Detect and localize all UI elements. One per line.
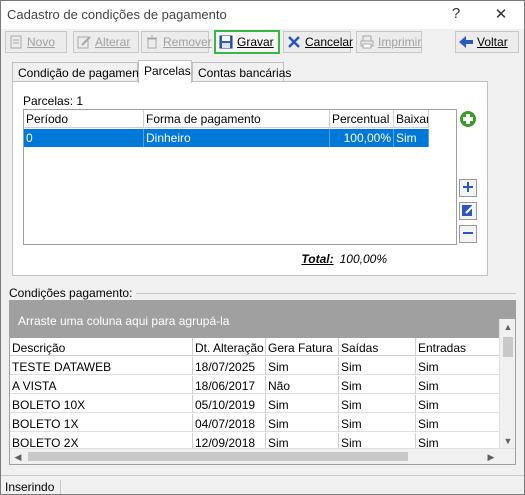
gravar-button[interactable]: Gravar — [214, 30, 280, 54]
cell-entradas: Sim — [416, 357, 500, 375]
table-row[interactable]: TESTE DATAWEB 18/07/2025 Sim Sim Sim — [10, 357, 500, 375]
imprimir-button[interactable]: Imprimir — [356, 31, 422, 53]
cell-descricao: BOLETO 1X — [10, 414, 193, 432]
horizontal-scrollbar[interactable]: ◀ ▶ — [10, 448, 515, 464]
col-baixar[interactable]: Baixar — [394, 110, 429, 128]
condicoes-grid-header: Descrição Dt. Alteração Gera Fatura Saíd… — [10, 338, 500, 356]
save-disk-icon — [218, 34, 234, 50]
table-row[interactable]: BOLETO 1X 04/07/2018 Sim Sim Sim — [10, 414, 500, 432]
plus-icon — [462, 181, 474, 196]
cell-dt-alteracao: 04/07/2018 — [193, 414, 266, 432]
close-button[interactable]: ✕ — [486, 5, 516, 25]
back-arrow-icon — [458, 34, 474, 50]
toolbar: Novo Alterar Remover Gravar Cancelar Imp… — [1, 29, 524, 55]
cell-saidas: Sim — [339, 376, 416, 394]
group-by-area[interactable]: Arraste uma coluna aqui para agrupá-la — [10, 301, 515, 338]
cell-gera-fatura: Sim — [266, 414, 339, 432]
col-gera-fatura[interactable]: Gera Fatura — [266, 338, 339, 356]
scroll-right-icon[interactable]: ▶ — [483, 449, 499, 465]
cell-entradas: Sim — [416, 376, 500, 394]
parcelas-grid[interactable]: Período Forma de pagamento Percentual Ba… — [23, 109, 457, 245]
col-descricao[interactable]: Descrição — [10, 338, 193, 356]
cancelar-button[interactable]: Cancelar — [283, 31, 354, 53]
cancel-x-icon — [286, 34, 302, 50]
col-dt-alteracao[interactable]: Dt. Alteração — [193, 338, 266, 356]
printer-icon — [359, 34, 375, 50]
cell-periodo: 0 — [24, 129, 144, 147]
total-value: 100,00% — [339, 252, 387, 266]
remover-label: Remover — [163, 35, 212, 49]
cell-dt-alteracao: 18/07/2025 — [193, 357, 266, 375]
table-row[interactable]: A VISTA 18/06/2017 Não Sim Sim — [10, 376, 500, 394]
tab-contas-bancarias[interactable]: Contas bancárias — [192, 62, 291, 82]
table-row[interactable]: 0 Dinheiro 100,00% Sim — [24, 129, 429, 147]
voltar-label: Voltar — [477, 35, 508, 49]
cell-gera-fatura: Sim — [266, 357, 339, 375]
horizontal-scroll-thumb[interactable] — [28, 452, 408, 461]
cell-gera-fatura: Não — [266, 376, 339, 394]
parcelas-count: Parcelas: 1 — [23, 94, 84, 108]
cell-forma-pagamento: Dinheiro — [144, 129, 330, 147]
tab-parcelas[interactable]: Parcelas — [138, 60, 192, 83]
edit-icon — [76, 34, 92, 50]
cell-descricao: A VISTA — [10, 376, 193, 394]
total-label: Total: — [301, 252, 334, 266]
novo-button[interactable]: Novo — [5, 31, 67, 53]
cell-percentual: 100,00% — [330, 129, 394, 147]
cell-dt-alteracao: 05/10/2019 — [193, 395, 266, 413]
vertical-scroll-thumb[interactable] — [503, 337, 513, 357]
status-mode: Inserindo — [5, 480, 62, 494]
payment-conditions-window: Cadastro de condições de pagamento ? ✕ N… — [0, 0, 525, 495]
col-percentual[interactable]: Percentual — [330, 110, 394, 128]
trash-icon — [144, 34, 160, 50]
vertical-scrollbar[interactable]: ▲ ▼ — [499, 319, 515, 449]
new-document-icon — [8, 34, 24, 50]
cell-baixar: Sim — [394, 129, 429, 147]
col-saidas[interactable]: Saídas — [339, 338, 416, 356]
remover-button[interactable]: Remover — [141, 31, 212, 53]
edit-row-button[interactable] — [459, 202, 477, 220]
cell-gera-fatura: Sim — [266, 395, 339, 413]
novo-label: Novo — [27, 35, 56, 49]
imprimir-label: Imprimir — [378, 35, 422, 49]
cell-saidas: Sim — [339, 395, 416, 413]
remove-row-button[interactable] — [459, 225, 477, 243]
cell-descricao: TESTE DATAWEB — [10, 357, 193, 375]
cell-entradas: Sim — [416, 414, 500, 432]
add-green-icon — [459, 110, 477, 131]
alterar-label: Alterar — [95, 35, 131, 49]
minus-icon — [462, 227, 474, 242]
table-row[interactable]: BOLETO 10X 05/10/2019 Sim Sim Sim — [10, 395, 500, 413]
scroll-left-icon[interactable]: ◀ — [10, 449, 26, 465]
cell-descricao: BOLETO 10X — [10, 395, 193, 413]
col-forma-pagamento[interactable]: Forma de pagamento — [144, 110, 330, 128]
cell-dt-alteracao: 18/06/2017 — [193, 376, 266, 394]
voltar-button[interactable]: Voltar — [455, 31, 519, 53]
col-periodo[interactable]: Período — [24, 110, 144, 128]
status-bar: Inserindo — [1, 475, 524, 495]
parcelas-grid-header: Período Forma de pagamento Percentual Ba… — [24, 110, 429, 128]
tab-condicao-pagamento[interactable]: Condição de pagamento — [12, 62, 149, 82]
cancelar-label: Cancelar — [305, 35, 354, 49]
add-parcela-button[interactable] — [459, 110, 477, 131]
window-title: Cadastro de condições de pagamento — [7, 7, 227, 22]
scroll-down-icon[interactable]: ▼ — [500, 433, 516, 449]
parcelas-total: Total: 100,00% — [301, 252, 387, 266]
gravar-label: Gravar — [237, 35, 274, 49]
parcelas-panel: Parcelas: 1 Período Forma de pagamento P… — [12, 81, 488, 276]
col-entradas[interactable]: Entradas — [416, 338, 500, 356]
cell-entradas: Sim — [416, 395, 500, 413]
cell-saidas: Sim — [339, 357, 416, 375]
alterar-button[interactable]: Alterar — [73, 31, 139, 53]
condicoes-section-label: Condições pagamento: — [9, 286, 137, 300]
edit-row-icon — [461, 203, 475, 220]
condicoes-grid[interactable]: Arraste uma coluna aqui para agrupá-la D… — [9, 300, 516, 465]
title-bar: Cadastro de condições de pagamento ? ✕ — [1, 1, 524, 29]
add-row-button[interactable] — [459, 179, 477, 197]
scroll-up-icon[interactable]: ▲ — [500, 319, 516, 335]
help-button[interactable]: ? — [441, 5, 471, 25]
cell-saidas: Sim — [339, 414, 416, 432]
